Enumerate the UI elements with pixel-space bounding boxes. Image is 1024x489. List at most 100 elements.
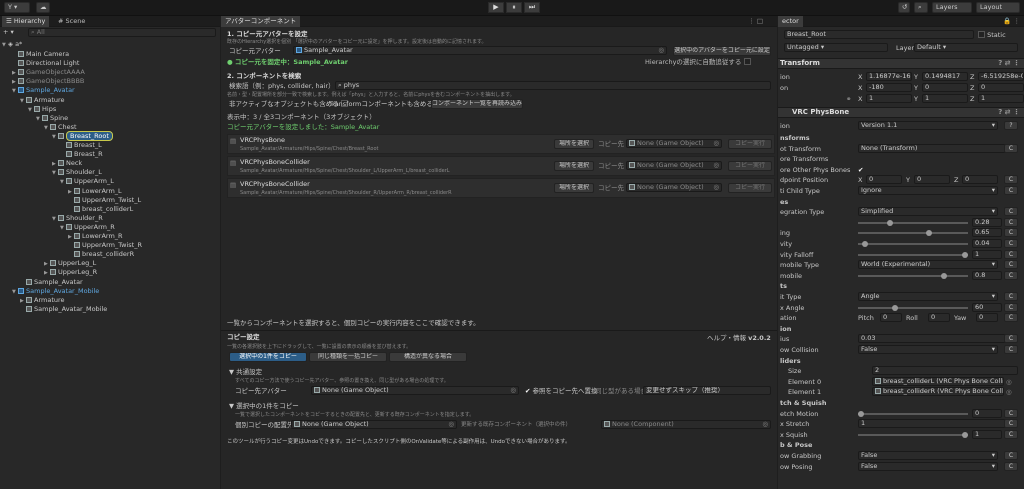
tab-different-structure[interactable]: 構造が異なる場合 — [389, 352, 467, 362]
select-location-button[interactable]: 場所を選択 — [554, 139, 594, 149]
pos-z-field[interactable]: -6.519258e-0 — [978, 72, 1024, 81]
reset-c-button[interactable]: C — [1004, 239, 1018, 248]
slider-value-field[interactable]: 0.65 — [972, 228, 1002, 238]
hierarchy-item[interactable]: ▶ LowerArm_R — [0, 232, 220, 241]
version-dropdown[interactable]: Version 1.1 ▾ — [858, 121, 998, 130]
slider-track[interactable] — [858, 243, 968, 245]
hierarchy-item[interactable]: ▼ UpperArm_L — [0, 177, 220, 186]
reset-c-button[interactable]: C — [1004, 228, 1018, 238]
object-picker-icon[interactable]: ◎ — [762, 421, 768, 428]
window-menu-icon[interactable]: ⋮ □ — [748, 17, 763, 25]
hierarchy-item[interactable]: Sample_Avatar — [0, 278, 220, 287]
property-field[interactable]: 0.03 — [858, 334, 1016, 344]
hierarchy-item[interactable]: breast_colliderL — [0, 205, 220, 214]
component-result-card[interactable]: ▤ VRCPhysBone Sample_Avatar/Armature/Hip… — [227, 134, 775, 154]
slider-track[interactable] — [858, 306, 968, 309]
scene-root[interactable]: ▼ ◈ a* — [2, 40, 22, 49]
hierarchy-item[interactable]: ▼ Sample_Avatar — [0, 86, 220, 95]
slider-track[interactable] — [858, 412, 968, 415]
slider-track[interactable] — [858, 253, 968, 256]
add-button[interactable]: + ▾ — [3, 28, 14, 36]
axis-field[interactable]: 0 — [866, 175, 902, 185]
hierarchy-item[interactable]: ▶ Neck — [0, 159, 220, 168]
component-menu-icon[interactable]: ? ⇄ ⋮ — [998, 108, 1020, 117]
same-type-dropdown[interactable]: 変更せずスキップ（推奨） — [643, 386, 771, 395]
pos-y-field[interactable]: 0.1494817 — [922, 72, 968, 81]
help-info-link[interactable]: ヘルプ・情報 v2.0.2 — [707, 334, 771, 342]
checkbox[interactable] — [978, 31, 985, 38]
hierarchy-item[interactable]: Directional Light — [0, 59, 220, 68]
axis-field[interactable]: 0 — [976, 313, 998, 323]
axis-field[interactable]: 0 — [962, 175, 998, 185]
hierarchy-item[interactable]: ▶ UpperLeg_R — [0, 268, 220, 277]
slider-knob[interactable] — [862, 241, 869, 247]
scale-x-field[interactable]: 1 — [866, 94, 912, 103]
select-location-button[interactable]: 場所を選択 — [554, 183, 594, 193]
axis-field[interactable]: 0 — [880, 313, 902, 323]
object-picker-icon[interactable]: ◎ — [713, 162, 719, 169]
reset-c-button[interactable]: C — [1004, 186, 1018, 195]
component-menu-icon[interactable]: ? ⇄ ⋮ — [998, 59, 1020, 68]
reload-components-button[interactable]: コンポーネント一覧を再読み込み — [431, 99, 523, 109]
source-avatar-field[interactable]: Sample_Avatar ◎ — [293, 46, 667, 55]
history-icon[interactable]: ↺ — [898, 2, 910, 13]
play-button[interactable]: ▶ — [488, 2, 504, 13]
tab-avatar-component[interactable]: アバターコンポーネント — [221, 16, 301, 27]
inspector-menu-icon[interactable]: 🔒 ⋮ — [1003, 17, 1020, 25]
object-picker-icon[interactable]: ◎ — [510, 387, 516, 394]
include-transform-toggle[interactable]: Transformコンポーネントも含める — [329, 100, 442, 108]
slider-track[interactable] — [858, 433, 968, 436]
component-search-input[interactable]: ⌕ phys — [335, 81, 771, 90]
reset-c-button[interactable]: C — [1004, 207, 1018, 217]
hierarchy-search-input[interactable]: ⌕ All — [28, 28, 216, 37]
reset-c-button[interactable]: C — [1004, 345, 1018, 354]
hierarchy-item[interactable]: ▼ Hips — [0, 105, 220, 114]
update-target-field[interactable]: None (Component) ◎ — [601, 420, 771, 429]
follow-selection-toggle[interactable]: Hierarchyの選択に自動追従する — [645, 58, 751, 66]
hierarchy-item[interactable]: ▶ GameObjectBBBB — [0, 77, 220, 86]
hierarchy-item[interactable]: ▼ UpperArm_R — [0, 223, 220, 232]
reset-c-button[interactable]: C — [1004, 461, 1018, 471]
copy-run-button[interactable]: コピー実行 — [728, 139, 772, 149]
copy-target-field[interactable]: None (Game Object) ◎ — [626, 139, 722, 148]
tab-copy-same-type[interactable]: 同じ種類を一括コピー — [309, 352, 387, 362]
checkmark-icon[interactable]: ✔ — [858, 166, 863, 174]
help-button[interactable]: ? — [1004, 121, 1018, 130]
hierarchy-item[interactable]: ▶ LowerArm_L — [0, 187, 220, 196]
reset-c-button[interactable]: C — [1004, 270, 1018, 280]
copy-target-field[interactable]: None (Game Object) ◎ — [626, 183, 722, 192]
reset-c-button[interactable]: C — [1004, 429, 1018, 439]
object-picker-icon[interactable]: ◎ — [1006, 378, 1012, 386]
hierarchy-item[interactable]: UpperArm_Twist_L — [0, 196, 220, 205]
hierarchy-item[interactable]: breast_colliderR — [0, 250, 220, 259]
rot-x-field[interactable]: -180 — [866, 83, 912, 92]
single-copy-foldout[interactable]: ▼ 選択中の1件をコピー — [229, 402, 299, 410]
reset-c-button[interactable]: C — [1004, 313, 1018, 323]
reset-c-button[interactable]: C — [1004, 302, 1018, 312]
checkbox[interactable] — [743, 58, 751, 65]
hierarchy-item[interactable]: UpperArm_Twist_R — [0, 241, 220, 250]
object-picker-icon[interactable]: ◎ — [658, 47, 664, 54]
slider-value-field[interactable]: 0.28 — [972, 217, 1002, 227]
hierarchy-item[interactable]: ▼ Sample_Avatar_Mobile — [0, 287, 220, 296]
collider-reference-field[interactable]: breast_colliderL (VRC Phys Bone Collid — [872, 376, 1004, 386]
object-picker-icon[interactable]: ◎ — [1006, 388, 1012, 396]
hierarchy-item[interactable]: Breast_R — [0, 150, 220, 159]
reset-c-button[interactable]: C — [1004, 408, 1018, 418]
hierarchy-item[interactable]: ▶ UpperLeg_L — [0, 259, 220, 268]
cloud-icon[interactable]: ☁ — [36, 2, 50, 13]
tab-scene[interactable]: # Scene — [54, 16, 89, 27]
physbone-header[interactable]: VRC PhysBone? ⇄ ⋮ — [778, 107, 1024, 118]
property-field[interactable]: None (Transform) — [858, 143, 1016, 153]
hierarchy-item[interactable]: Main Camera — [0, 50, 220, 59]
slider-value-field[interactable]: 0.04 — [972, 239, 1002, 248]
slider-knob[interactable] — [887, 219, 894, 226]
reset-c-button[interactable]: C — [1004, 419, 1018, 429]
property-dropdown[interactable]: False ▾ — [858, 451, 998, 460]
common-settings-foldout[interactable]: ▼ 共通設定 — [229, 368, 262, 376]
tag-dropdown[interactable]: Untagged ▾ — [784, 43, 888, 52]
account-dropdown[interactable]: Y ▾ — [4, 2, 30, 13]
slider-value-field[interactable]: 1 — [972, 249, 1002, 259]
dest-avatar-field[interactable]: None (Game Object) ◎ — [311, 386, 519, 395]
hierarchy-item[interactable]: ▼ Armature — [0, 96, 220, 105]
